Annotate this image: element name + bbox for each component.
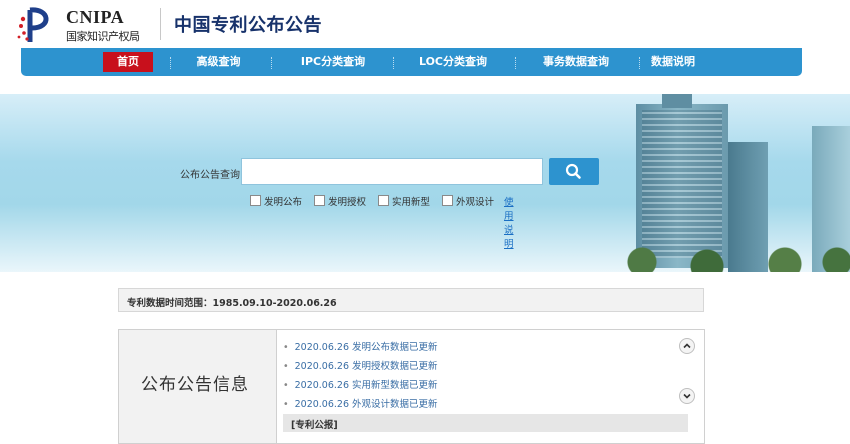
gazette-section-bar: [专利公报] bbox=[283, 414, 688, 432]
search-label: 公布公告查询 bbox=[180, 170, 240, 181]
news-item[interactable]: • 2020.06.26 实用新型数据已更新 bbox=[283, 376, 613, 395]
site-title: 中国专利公布公告 bbox=[174, 15, 322, 36]
info-title-panel: 公布公告信息 bbox=[119, 330, 277, 443]
news-item-text: 2020.06.26 发明公布数据已更新 bbox=[294, 342, 438, 353]
checkbox[interactable] bbox=[314, 195, 325, 206]
search-icon bbox=[565, 163, 581, 179]
checkbox[interactable] bbox=[250, 195, 261, 206]
option-design[interactable]: 外观设计 bbox=[442, 194, 494, 208]
news-item[interactable]: • 2020.06.26 发明公布数据已更新 bbox=[283, 338, 613, 357]
option-label: 外观设计 bbox=[456, 197, 495, 208]
header-divider bbox=[160, 8, 161, 40]
nav-ipc-search[interactable]: IPC分类查询 bbox=[285, 48, 381, 76]
usage-help-link[interactable]: 使用说明 bbox=[504, 194, 514, 250]
nav-separator bbox=[393, 57, 395, 69]
trees-image bbox=[590, 234, 850, 272]
checkbox[interactable] bbox=[378, 195, 389, 206]
option-label: 发明授权 bbox=[328, 197, 367, 208]
nav-separator bbox=[639, 57, 641, 69]
data-range-text: 专利数据时间范围：1985.09.10-2020.06.26 bbox=[127, 298, 337, 309]
checkbox[interactable] bbox=[442, 195, 453, 206]
announcement-info-box: 公布公告信息 • 2020.06.26 发明公布数据已更新 • 2020.06.26… bbox=[118, 329, 705, 444]
nav-data-description[interactable]: 数据说明 bbox=[643, 48, 703, 76]
nav-separator bbox=[515, 57, 517, 69]
nav-loc-search[interactable]: LOC分类查询 bbox=[403, 48, 503, 76]
nav-separator bbox=[271, 57, 273, 69]
main-nav: 首页 高级查询 IPC分类查询 LOC分类查询 事务数据查询 数据说明 bbox=[21, 48, 802, 76]
building-image bbox=[662, 94, 692, 108]
news-item[interactable]: • 2020.06.26 发明授权数据已更新 bbox=[283, 357, 613, 376]
news-item-text: 2020.06.26 发明授权数据已更新 bbox=[294, 361, 438, 372]
nav-separator bbox=[170, 57, 172, 69]
scroll-up-button[interactable] bbox=[679, 338, 695, 354]
header: CNIPA 国家知识产权局 中国专利公布公告 bbox=[0, 0, 850, 48]
nav-home[interactable]: 首页 bbox=[103, 52, 153, 72]
option-label: 发明公布 bbox=[264, 197, 303, 208]
data-range-box: 专利数据时间范围：1985.09.10-2020.06.26 bbox=[118, 288, 704, 312]
cnipa-logo-mark bbox=[17, 7, 49, 42]
gazette-section-label: [专利公报] bbox=[291, 420, 338, 431]
option-utility-model[interactable]: 实用新型 bbox=[378, 194, 430, 208]
news-item-text: 2020.06.26 外观设计数据已更新 bbox=[294, 399, 438, 410]
news-list: • 2020.06.26 发明公布数据已更新 • 2020.06.26 发明授权数据… bbox=[283, 338, 613, 414]
bullet-icon: • bbox=[283, 361, 289, 372]
option-label: 实用新型 bbox=[392, 197, 431, 208]
info-title: 公布公告信息 bbox=[141, 375, 249, 395]
search-input[interactable] bbox=[241, 158, 543, 185]
news-item[interactable]: • 2020.06.26 外观设计数据已更新 bbox=[283, 395, 613, 414]
option-invention-grant[interactable]: 发明授权 bbox=[314, 194, 366, 208]
scroll-down-button[interactable] bbox=[679, 388, 695, 404]
nav-transaction-search[interactable]: 事务数据查询 bbox=[526, 48, 626, 76]
logo-latin: CNIPA bbox=[66, 7, 125, 27]
chevron-down-icon bbox=[683, 393, 691, 399]
news-item-text: 2020.06.26 实用新型数据已更新 bbox=[294, 380, 438, 391]
logo-chinese: 国家知识产权局 bbox=[66, 30, 140, 43]
search-button[interactable] bbox=[549, 158, 599, 185]
bullet-icon: • bbox=[283, 380, 289, 391]
nav-advanced-search[interactable]: 高级查询 bbox=[181, 48, 256, 76]
chevron-up-icon bbox=[683, 343, 691, 349]
bullet-icon: • bbox=[283, 399, 289, 410]
option-invention-publication[interactable]: 发明公布 bbox=[250, 194, 302, 208]
cnipa-logo[interactable]: CNIPA 国家知识产权局 bbox=[16, 4, 156, 44]
bullet-icon: • bbox=[283, 342, 289, 353]
